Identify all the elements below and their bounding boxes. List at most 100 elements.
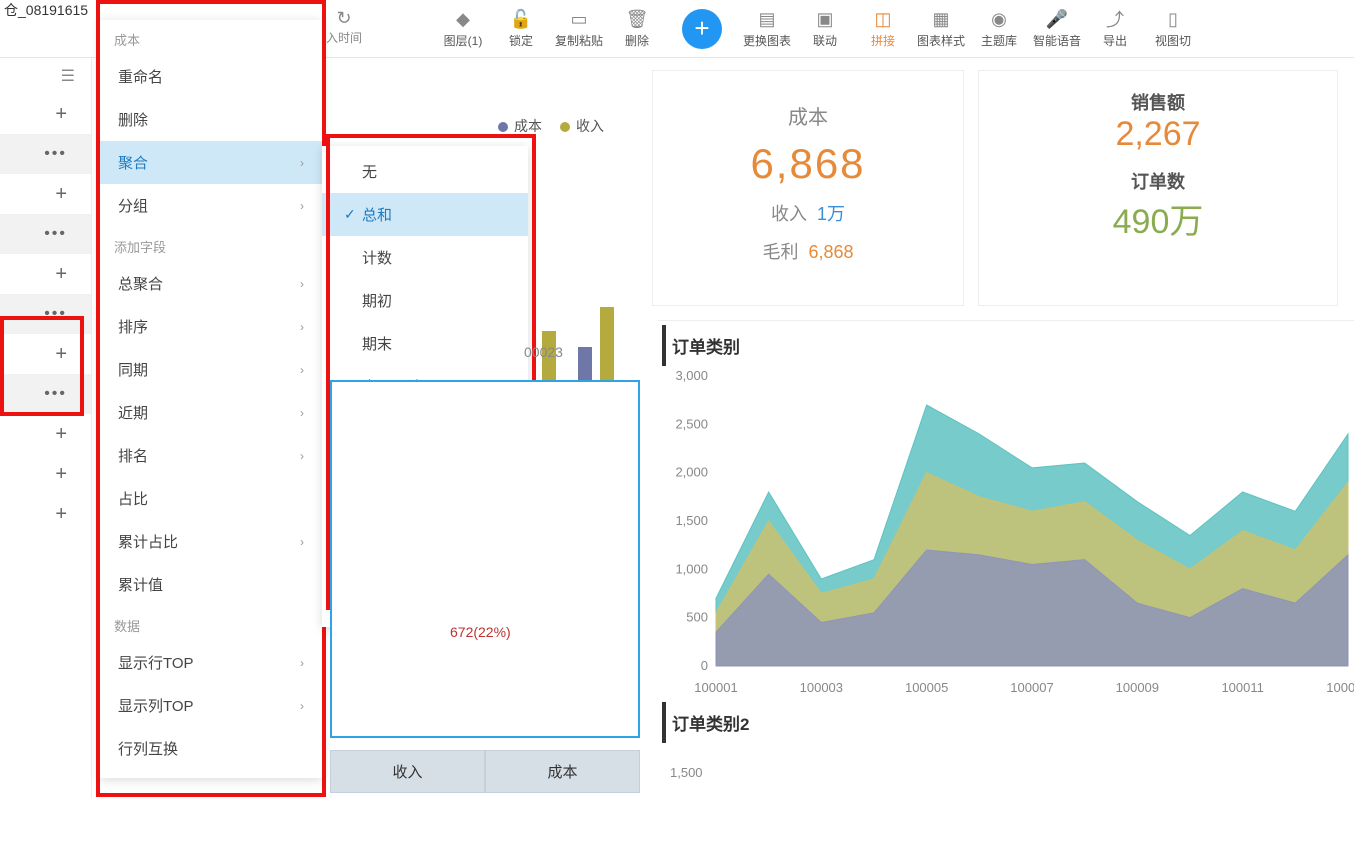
rail-toggle-icon[interactable]: ☰ bbox=[0, 58, 91, 94]
svg-text:100007: 100007 bbox=[1010, 680, 1053, 695]
ctx-total-agg[interactable]: 总聚合› bbox=[100, 262, 322, 305]
rail-add-1[interactable]: + bbox=[0, 94, 91, 134]
rail-more-1[interactable]: ••• bbox=[0, 134, 91, 174]
tool-export[interactable]: ⤴导出 bbox=[1086, 1, 1144, 57]
tool-theme[interactable]: ◉主题库 bbox=[970, 1, 1028, 57]
rail-add-7[interactable]: + bbox=[0, 494, 91, 534]
svg-text:100001: 100001 bbox=[694, 680, 737, 695]
ctx-same-period[interactable]: 同期› bbox=[100, 348, 322, 391]
rail-more-2[interactable]: ••• bbox=[0, 214, 91, 254]
tool-change-chart[interactable]: ▤更换图表 bbox=[738, 1, 796, 57]
ctx-rename[interactable]: 重命名 bbox=[100, 55, 322, 98]
svg-text:2,000: 2,000 bbox=[675, 465, 708, 480]
tool-voice[interactable]: 🎤智能语音 bbox=[1028, 1, 1086, 57]
legend: 成本 收入 bbox=[498, 116, 604, 136]
kpi-orders-value: 490万 bbox=[979, 194, 1337, 243]
chevron-right-icon: › bbox=[300, 199, 304, 213]
svg-text:100013: 100013 bbox=[1326, 680, 1354, 695]
th-income[interactable]: 收入 bbox=[330, 750, 485, 793]
rail-add-5[interactable]: + bbox=[0, 414, 91, 454]
ctx-cum-ratio[interactable]: 累计占比› bbox=[100, 520, 322, 563]
order-category2-chart[interactable]: 订单类别2 1,500 bbox=[658, 698, 1354, 858]
svg-text:100005: 100005 bbox=[905, 680, 948, 695]
ctx-header-data: 数据 bbox=[100, 606, 322, 641]
svg-text:2,500: 2,500 bbox=[675, 416, 708, 431]
context-menu: 成本 重命名 删除 聚合› 分组› 添加字段 总聚合› 排序› 同期› 近期› … bbox=[100, 20, 322, 778]
kpi-sales[interactable]: 销售额 2,267 订单数 490万 bbox=[978, 70, 1338, 306]
tool-copy[interactable]: ▭复制粘贴 bbox=[550, 1, 608, 57]
palette-icon: ◉ bbox=[988, 8, 1010, 30]
redo-icon: ↻ bbox=[336, 8, 351, 29]
trash-icon: 🗑 bbox=[626, 8, 648, 30]
ctx-group[interactable]: 分组› bbox=[100, 184, 322, 227]
kpi-cost[interactable]: 成本 6,868 收入1万 毛利6,868 bbox=[652, 70, 964, 306]
svg-text:100011: 100011 bbox=[1221, 680, 1263, 695]
ctx-header-addfield: 添加字段 bbox=[100, 227, 322, 262]
join-icon: ◫ bbox=[872, 8, 894, 30]
chevron-right-icon: › bbox=[300, 449, 304, 463]
style-icon: ▦ bbox=[930, 8, 952, 30]
tool-link[interactable]: ▣联动 bbox=[796, 1, 854, 57]
chevron-right-icon: › bbox=[300, 535, 304, 549]
rail-add-6[interactable]: + bbox=[0, 454, 91, 494]
ctx-aggregate[interactable]: 聚合› bbox=[100, 141, 322, 184]
svg-text:0: 0 bbox=[701, 658, 708, 673]
svg-text:500: 500 bbox=[686, 610, 708, 625]
svg-text:3,000: 3,000 bbox=[675, 368, 708, 383]
rail-add-3[interactable]: + bbox=[0, 254, 91, 294]
table-header: 收入 成本 bbox=[330, 750, 640, 793]
ctx-row-top[interactable]: 显示行TOP› bbox=[100, 641, 322, 684]
chevron-right-icon: › bbox=[300, 406, 304, 420]
chevron-right-icon: › bbox=[300, 363, 304, 377]
device-icon: ▯ bbox=[1162, 8, 1184, 30]
ctx-col-top[interactable]: 显示列TOP› bbox=[100, 684, 322, 727]
ctx-rank[interactable]: 排名› bbox=[100, 434, 322, 477]
chart-icon: ▤ bbox=[756, 8, 778, 30]
tool-style[interactable]: ▦图表样式 bbox=[912, 1, 970, 57]
th-cost[interactable]: 成本 bbox=[485, 750, 640, 793]
pie-label: 672(22%) bbox=[450, 624, 511, 640]
ctx-cum-val[interactable]: 累计值 bbox=[100, 563, 322, 606]
ctx-header-cost: 成本 bbox=[100, 20, 322, 55]
rail-more-4[interactable]: ••• bbox=[0, 374, 91, 414]
tool-lock[interactable]: 🔓锁定 bbox=[492, 1, 550, 57]
tool-view[interactable]: ▯视图切 bbox=[1144, 1, 1202, 57]
chart2-title: 订单类别 bbox=[662, 325, 1354, 366]
rail-add-2[interactable]: + bbox=[0, 174, 91, 214]
svg-text:100009: 100009 bbox=[1116, 680, 1159, 695]
add-button[interactable]: + bbox=[682, 9, 722, 49]
svg-text:100003: 100003 bbox=[800, 680, 843, 695]
rail-add-4[interactable]: + bbox=[0, 334, 91, 374]
lock-icon: 🔓 bbox=[510, 8, 532, 30]
rail-more-3[interactable]: ••• bbox=[0, 294, 91, 334]
mic-icon: 🎤 bbox=[1046, 8, 1068, 30]
order-category-chart[interactable]: 订单类别 0 500 1,000 1,500 2,000 2,500 3,000 10000… bbox=[658, 320, 1354, 730]
ctx-transpose[interactable]: 行列互换 bbox=[100, 727, 322, 770]
tool-join[interactable]: ◫拼接 bbox=[854, 1, 912, 57]
left-rail: ☰ + ••• + ••• + ••• + ••• + + + bbox=[0, 58, 92, 798]
tool-delete[interactable]: 🗑删除 bbox=[608, 1, 666, 57]
svg-text:1,000: 1,000 bbox=[675, 561, 708, 576]
chevron-right-icon: › bbox=[300, 699, 304, 713]
tool-layer[interactable]: ◆图层(1) bbox=[434, 1, 492, 57]
ctx-recent[interactable]: 近期› bbox=[100, 391, 322, 434]
copy-icon: ▭ bbox=[568, 8, 590, 30]
tool-time[interactable]: ↻ 入时间 bbox=[326, 8, 362, 46]
kpi-cost-value: 6,868 bbox=[653, 140, 963, 188]
filename: 仓_08191615 bbox=[0, 0, 88, 20]
area-chart-svg: 0 500 1,000 1,500 2,000 2,500 3,000 100001 1000… bbox=[658, 366, 1354, 706]
bar-chart-fragment bbox=[542, 237, 632, 387]
chart3-title: 订单类别2 bbox=[662, 702, 1354, 743]
ctx-ratio[interactable]: 占比 bbox=[100, 477, 322, 520]
kpi-sales-title: 销售额 bbox=[979, 89, 1337, 115]
dashboard: 成本 收入 00023 成本 6,868 收入1万 毛利6,868 销售额 2,… bbox=[330, 62, 1354, 797]
chart3-ytick: 1,500 bbox=[658, 743, 1354, 780]
ctx-delete[interactable]: 删除 bbox=[100, 98, 322, 141]
kpi-orders-title: 订单数 bbox=[979, 168, 1337, 194]
selected-card[interactable] bbox=[330, 380, 640, 738]
svg-text:1,500: 1,500 bbox=[675, 513, 708, 528]
kpi-cost-title: 成本 bbox=[653, 101, 963, 130]
ctx-sort[interactable]: 排序› bbox=[100, 305, 322, 348]
chevron-right-icon: › bbox=[300, 320, 304, 334]
link-icon: ▣ bbox=[814, 8, 836, 30]
